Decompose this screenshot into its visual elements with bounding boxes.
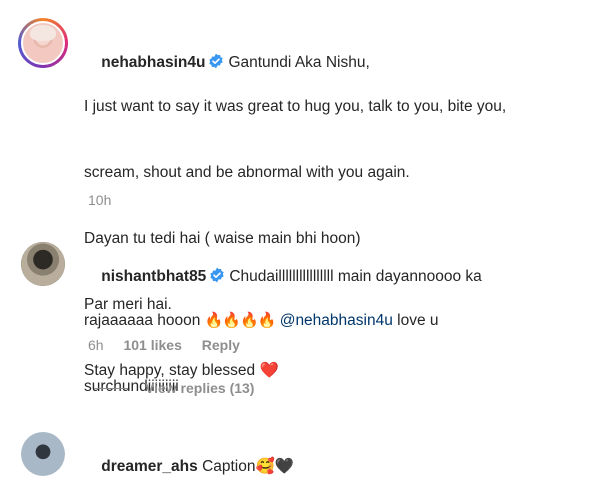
verified-icon	[210, 267, 224, 283]
username[interactable]: nehabhasin4u	[101, 54, 205, 71]
reply-button[interactable]: Reply	[202, 337, 240, 353]
comment-line: Gantundi Aka Nishu,	[228, 54, 370, 71]
avatar[interactable]	[18, 18, 68, 68]
view-replies-button[interactable]: View replies (13)	[94, 380, 254, 396]
comment-line: I just want to say it was great to hug y…	[84, 98, 507, 115]
avatar[interactable]	[21, 432, 65, 476]
comment-line: scream, shout and be abnormal with you a…	[84, 164, 410, 181]
comment-meta: 6h 101 likes Reply	[88, 337, 256, 353]
comment-line: Chudaillllllllllllllll main dayannoooo k…	[229, 268, 482, 285]
timestamp: 10h	[88, 192, 112, 208]
timestamp: 6h	[88, 337, 104, 353]
likes-count[interactable]: 101 likes	[123, 337, 181, 353]
fire-emoji: 🔥🔥🔥🔥	[204, 312, 277, 329]
comment-meta: 10h	[88, 192, 127, 208]
avatar[interactable]	[21, 242, 65, 286]
avatar-image	[21, 242, 65, 286]
avatar-image	[21, 432, 65, 476]
avatar-image	[21, 21, 65, 65]
divider-line	[94, 387, 128, 389]
comment-fragment: love u	[392, 312, 439, 329]
username[interactable]: nishantbhat85	[101, 268, 206, 285]
mention-link[interactable]: @nehabhasin4u	[280, 312, 393, 329]
verified-icon	[209, 53, 224, 69]
view-replies-label: View replies (13)	[145, 380, 255, 396]
comment-3: dreamer_ahs Caption🥰🖤	[84, 434, 600, 500]
comment-line: rajaaaaaa hooon 🔥🔥🔥🔥 @nehabhasin4u love …	[84, 310, 600, 332]
comment-fragment: rajaaaaaa hooon	[84, 312, 205, 329]
comment-line: Caption🥰🖤	[202, 458, 295, 475]
comment-text: dreamer_ahs Caption🥰🖤	[84, 434, 600, 500]
username[interactable]: dreamer_ahs	[101, 458, 198, 475]
